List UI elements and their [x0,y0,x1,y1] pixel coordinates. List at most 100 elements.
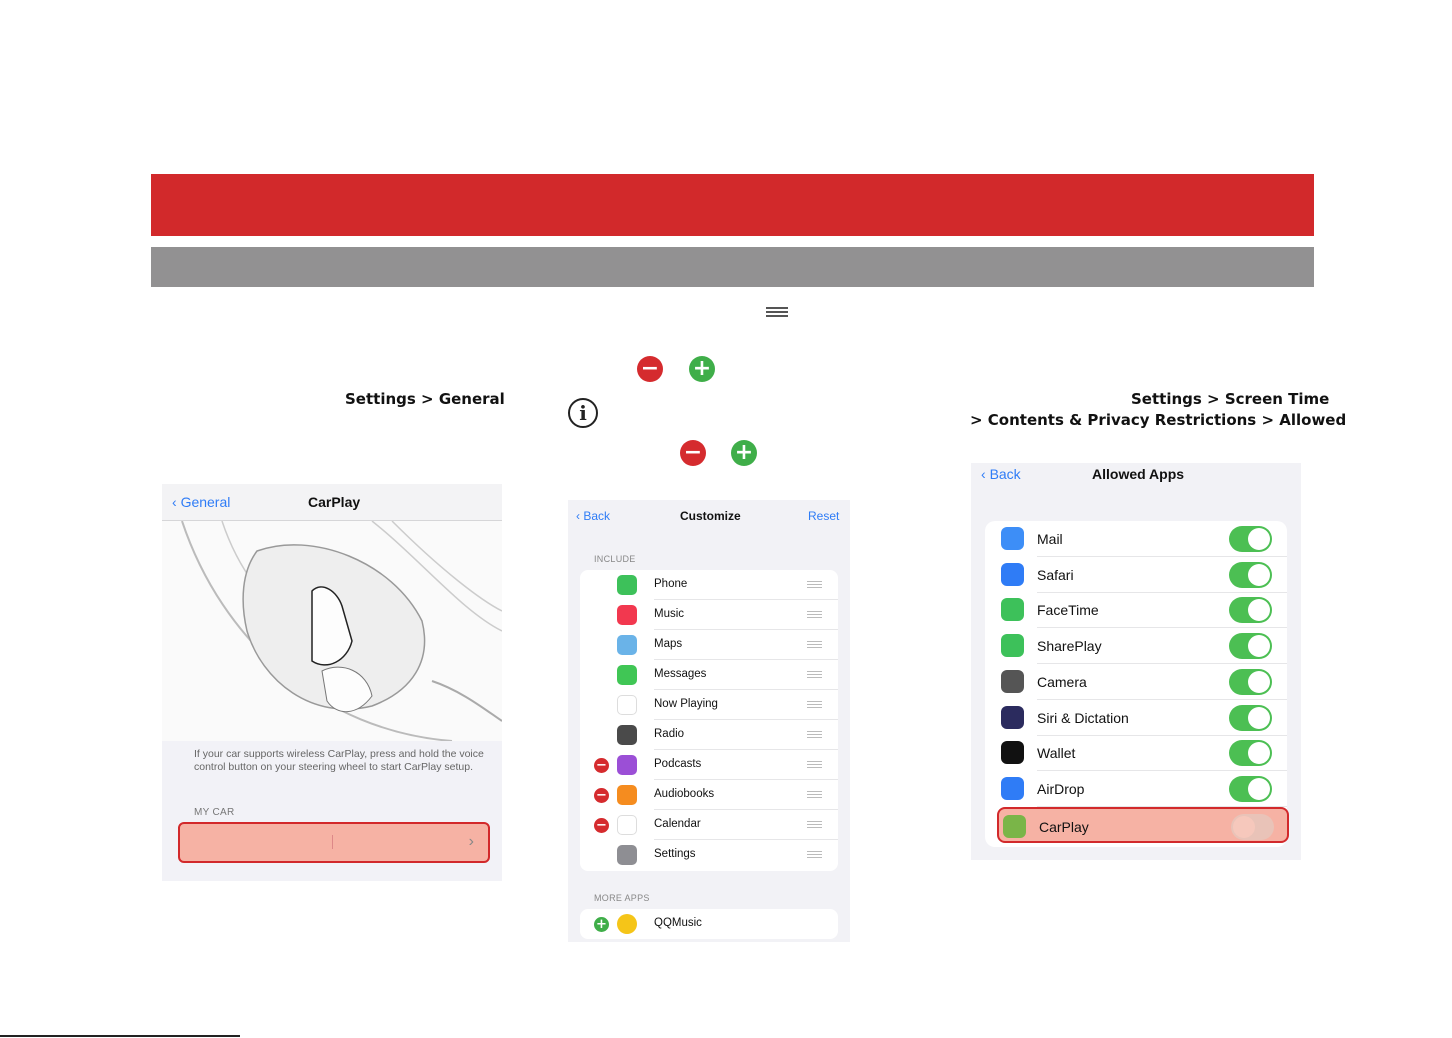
app-row-carplay: CarPlay [997,806,1289,843]
list-item[interactable]: − Podcasts [580,750,838,780]
music-icon [617,605,637,625]
header-red-bar [151,174,1314,236]
list-item[interactable]: − Audiobooks [580,780,838,810]
app-row-wallet: Wallet [985,735,1287,772]
item-label: Settings [654,848,696,860]
item-label: Phone [654,578,688,590]
drag-handle-icon[interactable] [807,731,822,740]
chevron-right-icon: › [468,833,474,850]
app-row-safari: Safari [985,557,1287,593]
item-label: Music [654,608,685,620]
calendar-icon [617,815,637,835]
toggle-switch[interactable] [1229,704,1272,731]
toggle-switch[interactable] [1229,597,1272,624]
remove-icon[interactable]: − [594,788,609,803]
carplay-icon [1003,814,1026,838]
toggle-switch[interactable] [1229,775,1272,802]
header-gray-bar [151,247,1314,287]
app-label: CarPlay [1039,818,1089,835]
drag-handle-icon[interactable] [807,611,822,620]
item-label: Radio [654,728,685,740]
list-item[interactable]: Now Playing [580,690,838,720]
app-label: AirDrop [1037,780,1085,797]
info-icon: i [568,398,598,428]
back-label: Back [583,509,611,523]
app-label: Siri & Dictation [1037,709,1129,726]
safari-icon [1001,562,1024,586]
item-label: Now Playing [654,698,718,710]
more-apps-list: + QQMusic [580,909,838,939]
airdrop-icon [1001,776,1024,800]
drag-handle-icon[interactable] [807,761,822,770]
list-item[interactable]: + QQMusic [580,909,838,939]
camera-icon [1001,669,1024,693]
steering-wheel-illustration [162,520,502,742]
divider [332,835,333,849]
step3-path-line1: Settings > Screen Time [1131,390,1330,408]
nav-bar: ‹ General CarPlay [162,484,502,521]
toggle-switch[interactable] [1229,561,1272,588]
drag-handle-icon[interactable] [807,701,822,710]
footer-divider [0,1035,240,1037]
drag-handle-icon[interactable] [807,671,822,680]
back-button[interactable]: ‹ Back [981,466,1021,482]
audiobooks-icon [617,785,637,805]
app-label: SharePlay [1037,638,1102,655]
app-row-shareplay: SharePlay [985,628,1287,665]
item-label: Podcasts [654,758,702,770]
more-apps-section-label: MORE APPS [594,893,650,903]
toggle-switch[interactable] [1229,526,1272,552]
reset-button[interactable]: Reset [808,509,839,523]
list-item[interactable]: Music [580,600,838,630]
facetime-icon [1001,598,1024,622]
drag-handle-icon[interactable] [807,851,822,860]
list-item[interactable]: Messages [580,660,838,690]
qqmusic-icon [617,914,637,934]
now-playing-icon [617,695,637,715]
back-label: General [180,494,231,510]
app-label: Safari [1037,566,1074,583]
page-title: CarPlay [308,494,361,510]
list-item[interactable]: Settings [580,840,838,870]
drag-handle-icon[interactable] [807,581,822,590]
drag-handle-icon[interactable] [807,821,822,830]
maps-icon [617,635,637,655]
page-title: Allowed Apps [1092,466,1185,482]
item-label: Calendar [654,818,701,830]
toggle-switch[interactable] [1229,633,1272,660]
my-car-row[interactable]: › [178,822,490,863]
drag-handle-icon[interactable] [807,791,822,800]
item-label: Audiobooks [654,788,715,800]
list-item[interactable]: Maps [580,630,838,660]
phone-icon [617,575,637,595]
back-button[interactable]: ‹ General [172,494,230,510]
step1-path: Settings > General [345,390,505,408]
drag-handle-icon [766,307,788,317]
drag-handle-icon[interactable] [807,641,822,650]
toggle-switch[interactable] [1229,740,1272,767]
wallet-icon [1001,741,1024,765]
list-item[interactable]: − Calendar [580,810,838,840]
add-icon[interactable]: + [594,917,609,932]
radio-icon [617,725,637,745]
list-item[interactable]: Phone [580,570,838,600]
mail-icon [1001,527,1024,550]
remove-icon[interactable]: − [594,818,609,833]
item-label: QQMusic [654,917,702,929]
app-row-airdrop: AirDrop [985,771,1287,807]
allowed-apps-list: Mail Safari FaceTime SharePlay Camera Siri & … [985,521,1289,847]
remove-icon[interactable]: − [594,758,609,773]
app-row-facetime: FaceTime [985,592,1287,629]
toggle-switch[interactable] [1231,813,1274,840]
list-item[interactable]: Radio [580,720,838,750]
toggle-switch[interactable] [1229,668,1272,695]
siri-dictation-icon [1001,705,1024,729]
item-label: Maps [654,638,683,650]
messages-icon [617,665,637,685]
back-button[interactable]: ‹ Back [576,509,610,523]
customize-screen: ‹ Back Customize Reset INCLUDE Phone Musi… [568,500,850,942]
podcasts-icon [617,755,637,775]
app-label: Mail [1037,531,1063,547]
app-row-siri-dictation: Siri & Dictation [985,700,1287,736]
app-row-mail: Mail [985,521,1287,557]
